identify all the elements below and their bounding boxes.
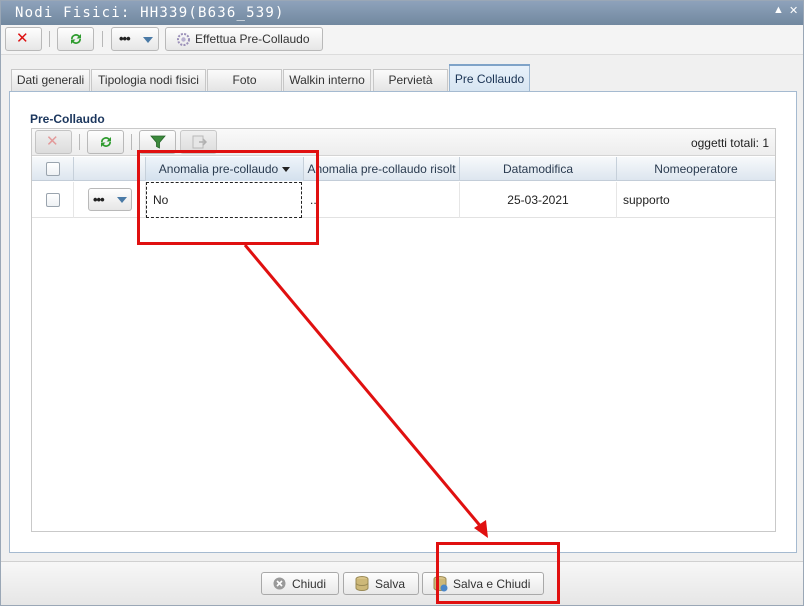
annotation-arrow (243, 244, 488, 538)
